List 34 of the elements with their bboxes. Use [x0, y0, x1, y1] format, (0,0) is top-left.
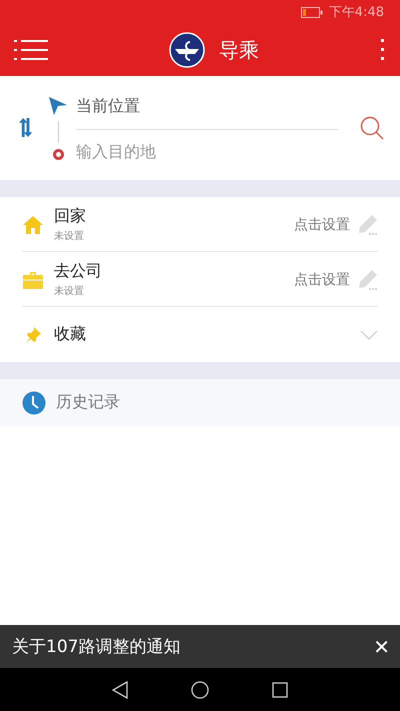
place-title: 回家 [54, 206, 87, 227]
app-title: 导乘 [219, 36, 259, 64]
destination-field[interactable]: 输入目的地 [76, 130, 338, 168]
home-icon[interactable] [190, 680, 209, 698]
history-label: 历史记录 [56, 392, 120, 413]
set-link[interactable]: 点击设置 [294, 270, 350, 288]
history-bar[interactable]: 历史记录 [0, 379, 400, 426]
briefcase-icon [23, 270, 43, 288]
origin-field[interactable]: 当前位置 [76, 88, 338, 130]
location-arrow-icon [49, 96, 67, 114]
back-icon[interactable] [112, 680, 128, 698]
place-item[interactable]: 收藏 [0, 307, 400, 362]
place-title: 收藏 [54, 324, 87, 345]
set-link[interactable]: 点击设置 [294, 216, 350, 234]
more-button[interactable] [380, 38, 386, 62]
place-status: 未设置 [54, 284, 85, 298]
menu-button[interactable] [14, 38, 48, 62]
house-icon [23, 216, 43, 234]
search-icon[interactable] [360, 116, 384, 140]
pushpin-icon [25, 326, 41, 342]
notice-bar[interactable]: 关于107路调整的通知 ✕ [0, 625, 400, 668]
place-item[interactable]: 回家 未设置 点击设置 [0, 197, 400, 252]
status-time: 下午4:48 [328, 4, 384, 21]
notice-text: 关于107路调整的通知 [12, 636, 182, 658]
battery-icon [300, 6, 323, 18]
place-status: 未设置 [54, 230, 85, 243]
logo-icon [169, 32, 205, 68]
place-title: 去公司 [54, 261, 103, 282]
recents-icon[interactable] [272, 682, 288, 698]
swap-icon[interactable] [18, 118, 34, 138]
clock-icon [22, 390, 46, 414]
destination-dot-icon [52, 148, 64, 160]
close-button[interactable]: ✕ [373, 634, 390, 658]
place-item[interactable]: 去公司 未设置 点击设置 [0, 252, 400, 307]
